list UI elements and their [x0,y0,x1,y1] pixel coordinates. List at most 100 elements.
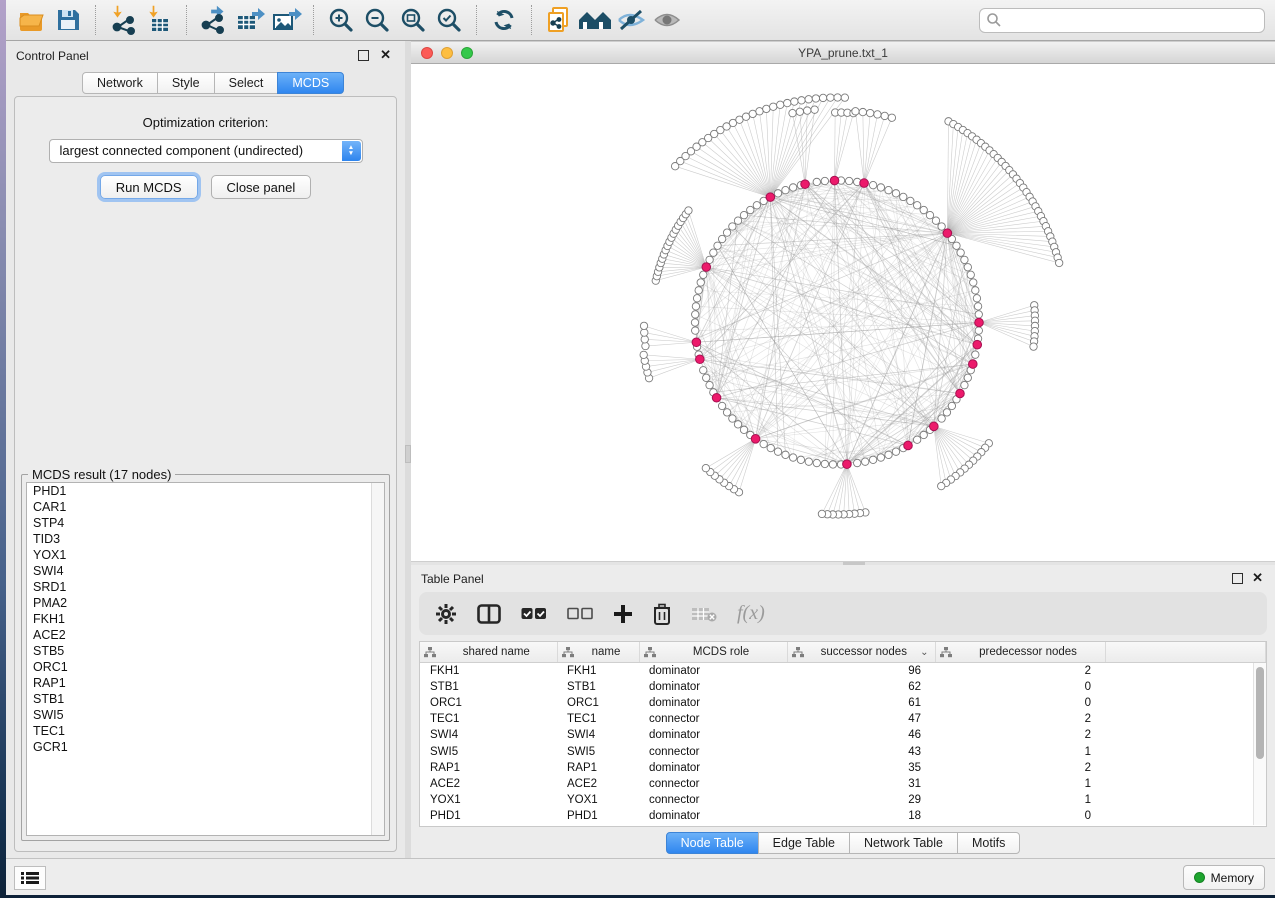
delete-column-icon[interactable] [653,601,671,627]
node[interactable] [854,459,861,466]
mcds-node[interactable] [973,340,982,349]
node[interactable] [972,351,979,358]
node[interactable] [685,207,692,214]
node[interactable] [798,97,805,104]
node[interactable] [813,459,820,466]
node[interactable] [953,242,960,249]
cell-shared-name[interactable]: PHD1 [420,808,557,824]
hide-selected-icon[interactable] [613,4,649,36]
window-minimize-icon[interactable] [441,47,453,59]
cell-mcds-role[interactable]: connector [639,743,787,759]
node[interactable] [973,295,980,302]
node[interactable] [640,322,647,329]
export-table-icon[interactable] [232,4,268,36]
node[interactable] [967,271,974,278]
zoom-fit-content-icon[interactable] [395,4,431,36]
cell-name[interactable]: ACE2 [557,776,639,792]
mcds-node[interactable] [943,229,952,238]
node[interactable] [861,458,868,465]
mcds-result-item[interactable]: SRD1 [27,579,384,595]
node[interactable] [845,177,852,184]
select-all-rows-icon[interactable] [521,601,547,627]
cell-successor-nodes[interactable]: 61 [787,695,935,711]
node[interactable] [756,108,763,115]
column-header-successor-nodes[interactable]: successor nodes⌄ [787,642,935,663]
cell-mcds-role[interactable]: dominator [639,679,787,695]
column-header-predecessor-nodes[interactable]: predecessor nodes [935,642,1105,663]
cell-name[interactable]: FKH1 [557,663,639,679]
node[interactable] [877,184,884,191]
mcds-result-item[interactable]: SWI5 [27,707,384,723]
mcds-result-item[interactable]: STP4 [27,515,384,531]
node[interactable] [729,415,736,422]
node[interactable] [642,342,649,349]
mcds-result-item[interactable]: PMA2 [27,595,384,611]
mcds-result-item[interactable]: STB5 [27,643,384,659]
node[interactable] [892,190,899,197]
cell-successor-nodes[interactable]: 62 [787,679,935,695]
node[interactable] [763,105,770,112]
node[interactable] [796,108,803,115]
cell-predecessor-nodes[interactable]: 2 [935,727,1105,743]
window-maximize-icon[interactable] [461,47,473,59]
tab-style[interactable]: Style [157,72,215,94]
refresh-view-icon[interactable] [486,4,522,36]
node[interactable] [804,107,811,114]
node[interactable] [926,211,933,218]
node[interactable] [697,279,704,286]
float-panel-icon[interactable] [1232,573,1243,584]
node[interactable] [749,110,756,117]
node[interactable] [760,440,767,447]
cell-shared-name[interactable]: STB1 [420,679,557,695]
table-row[interactable]: ACE2ACE2connector311 [420,776,1266,792]
show-all-graphics-icon[interactable] [649,4,685,36]
cell-shared-name[interactable]: ACE2 [420,776,557,792]
node[interactable] [797,456,804,463]
tab-network[interactable]: Network [82,72,158,94]
node[interactable] [972,287,979,294]
node[interactable] [874,111,881,118]
mcds-result-item[interactable]: GCR1 [27,739,384,755]
node[interactable] [692,311,699,318]
cell-predecessor-nodes[interactable]: 1 [935,792,1105,808]
node[interactable] [813,178,820,185]
node[interactable] [907,197,914,204]
mcds-node[interactable] [860,179,869,188]
node[interactable] [691,319,698,326]
first-neighbors-icon[interactable] [577,4,613,36]
node[interactable] [961,381,968,388]
mcds-node[interactable] [712,393,721,402]
node[interactable] [913,202,920,209]
node[interactable] [753,202,760,209]
node[interactable] [888,114,895,121]
node[interactable] [784,99,791,106]
node[interactable] [714,242,721,249]
cell-name[interactable]: STB1 [557,679,639,695]
export-network-icon[interactable] [196,4,232,36]
node[interactable] [740,211,747,218]
node[interactable] [782,451,789,458]
cell-name[interactable]: PHD1 [557,808,639,824]
cell-shared-name[interactable]: SWI4 [420,727,557,743]
run-mcds-button[interactable]: Run MCDS [100,175,198,199]
node[interactable] [974,303,981,310]
cell-successor-nodes[interactable]: 35 [787,760,935,776]
cell-successor-nodes[interactable]: 96 [787,663,935,679]
node[interactable] [700,367,707,374]
mcds-node[interactable] [930,422,939,431]
node[interactable] [821,460,828,467]
export-image-icon[interactable] [268,4,304,36]
import-table-from-file-icon[interactable] [141,4,177,36]
node[interactable] [964,264,971,271]
node[interactable] [812,95,819,102]
mcds-result-item[interactable]: FKH1 [27,611,384,627]
mcds-node[interactable] [751,435,760,444]
node[interactable] [734,217,741,224]
cell-successor-nodes[interactable]: 47 [787,711,935,727]
cell-name[interactable]: SWI4 [557,727,639,743]
node[interactable] [718,402,725,409]
search-input[interactable] [1002,10,1258,30]
table-row[interactable]: TEC1TEC1connector472 [420,711,1266,727]
cell-mcds-role[interactable]: dominator [639,663,787,679]
cell-shared-name[interactable]: FKH1 [420,663,557,679]
